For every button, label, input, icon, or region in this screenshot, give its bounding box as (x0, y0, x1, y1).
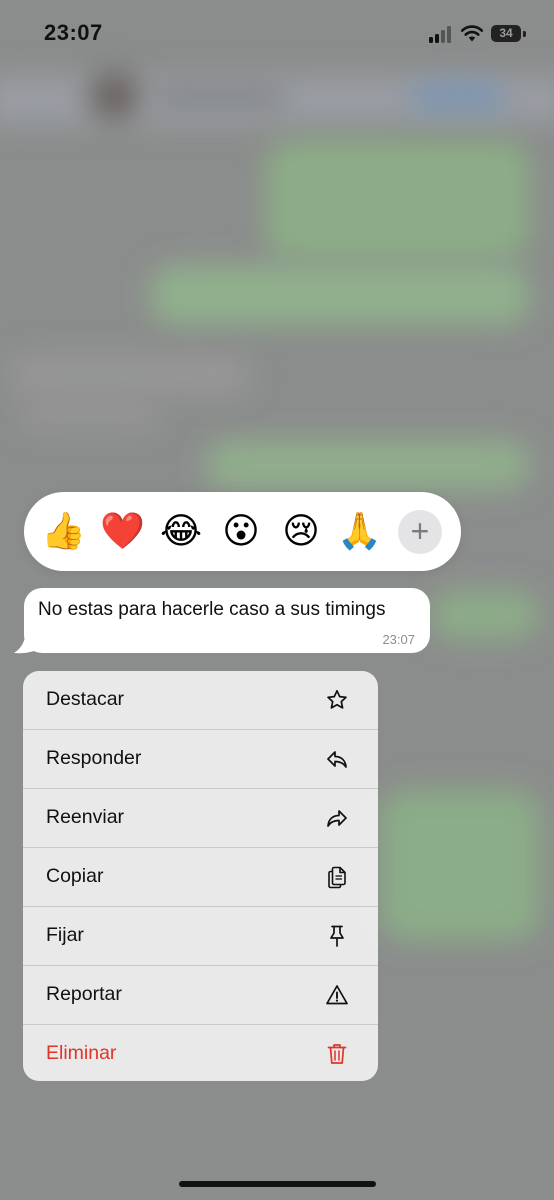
menu-item-eliminar[interactable]: Eliminar (23, 1025, 378, 1081)
folded-hands-emoji[interactable]: 🙏 (337, 510, 382, 554)
context-menu: Destacar Responder Reenviar Copiar Fijar (23, 671, 378, 1081)
menu-item-copiar[interactable]: Copiar (23, 848, 378, 907)
home-indicator[interactable] (179, 1181, 376, 1187)
menu-item-label: Eliminar (46, 1042, 117, 1064)
menu-item-label: Reenviar (46, 806, 125, 828)
menu-item-label: Destacar (46, 688, 125, 710)
menu-item-label: Fijar (46, 924, 84, 946)
crying-face-emoji[interactable]: 😢 (279, 510, 323, 554)
message-text: No estas para hacerle caso a sus timings (38, 599, 386, 620)
menu-item-responder[interactable]: Responder (23, 730, 378, 789)
menu-item-fijar[interactable]: Fijar (23, 907, 378, 966)
star-icon (327, 689, 347, 709)
thumbs-up-emoji[interactable]: 👍 (41, 510, 86, 554)
reply-icon (327, 751, 347, 768)
forward-icon (327, 810, 347, 827)
cellular-signal-icon (429, 25, 455, 43)
warning-icon (326, 985, 348, 1005)
menu-item-label: Copiar (46, 865, 104, 887)
trash-icon (327, 1044, 347, 1064)
reaction-bar: 👍 ❤️ 😂 😮 😢 🙏 + (24, 492, 461, 571)
menu-item-label: Reportar (46, 983, 122, 1005)
tears-of-joy-emoji[interactable]: 😂 (159, 510, 203, 554)
message-timestamp: 23:07 (382, 632, 415, 647)
pin-icon (330, 925, 344, 947)
message-bubble[interactable]: No estas para hacerle caso a sus timings… (24, 588, 430, 653)
menu-item-destacar[interactable]: Destacar (23, 671, 378, 730)
astonished-face-emoji[interactable]: 😮 (219, 510, 263, 554)
status-time: 23:07 (44, 20, 103, 45)
red-heart-emoji[interactable]: ❤️ (100, 510, 145, 554)
menu-item-reportar[interactable]: Reportar (23, 966, 378, 1025)
copy-icon (328, 866, 346, 889)
status-bar: 23:07 34 (0, 0, 554, 70)
menu-item-reenviar[interactable]: Reenviar (23, 789, 378, 848)
wifi-icon (460, 25, 484, 42)
menu-item-label: Responder (46, 747, 142, 769)
battery-icon: 34 (491, 25, 521, 42)
battery-tip (523, 31, 526, 37)
plus-icon[interactable]: + (398, 510, 442, 554)
